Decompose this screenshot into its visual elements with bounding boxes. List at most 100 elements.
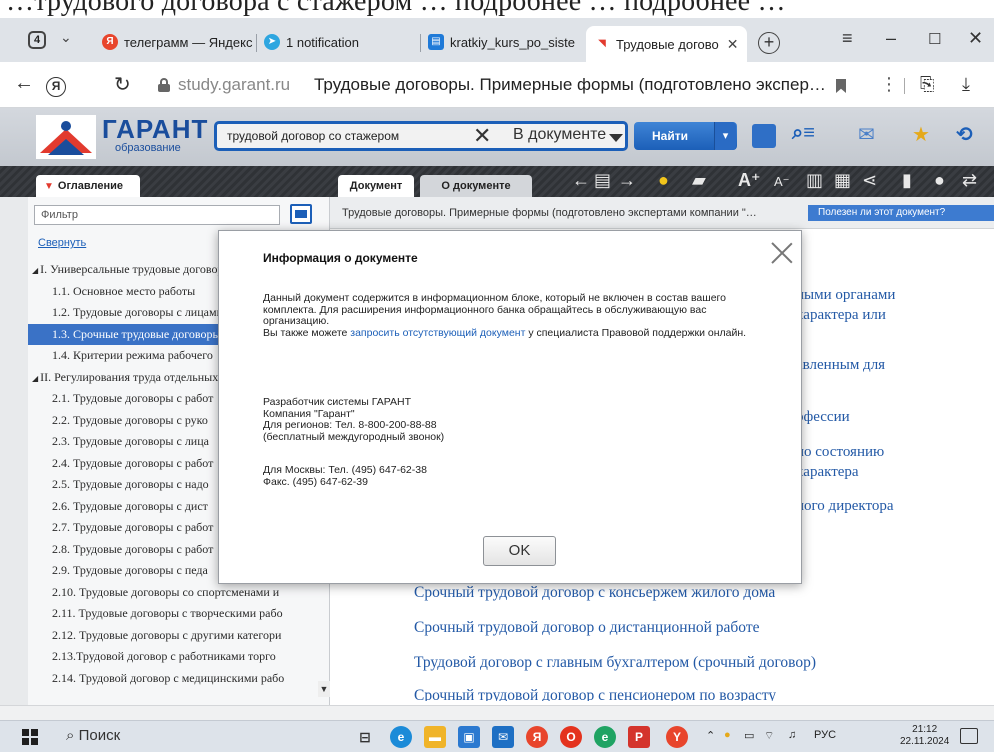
maximize-icon[interactable]: ☐ [928,30,941,48]
task-view-icon[interactable]: ⊟ [354,726,376,748]
doc-fragment[interactable]: офессии [796,409,850,426]
tab-yandex[interactable]: Я телеграмм — Яндекс [102,28,252,56]
language-indicator[interactable]: РУС [814,729,836,741]
expand-arrow-icon[interactable]: ◢ [32,266,40,275]
more-icon[interactable]: ⋮ [880,74,898,95]
yandex-home-icon[interactable]: Я [46,77,66,97]
scroll-down-icon[interactable]: ▼ [318,681,330,697]
tab-pdf[interactable]: ▤ kratkiy_kurs_po_siste [428,28,575,56]
close-tab-icon[interactable]: ✕ [727,36,739,53]
download-icon[interactable]: ⤓ [962,74,970,95]
find-button[interactable]: Найти ▾ [634,122,737,150]
next-arrow-icon[interactable]: → [618,170,636,191]
search-field[interactable]: трудовой договор со стажером ✕ В докумен… [214,121,628,151]
mail-icon[interactable]: ✉ [858,122,875,147]
reload-icon[interactable]: ↻ [114,72,131,97]
audio-icon[interactable]: ▰ [692,170,706,191]
doc-fragment[interactable]: ными органами [796,287,895,304]
bookmark-doc-icon[interactable]: ▮ [902,170,912,191]
find-options-icon[interactable]: ▾ [714,122,736,150]
telegram-icon: ➤ [264,34,280,50]
useful-feedback[interactable]: Полезен ли этот документ? [808,205,994,221]
file-explorer-icon[interactable]: ▬ [424,726,446,748]
tabs-dropdown-icon[interactable]: ⌄ [60,29,72,46]
edge-icon[interactable]: e [390,726,412,748]
info-icon[interactable]: ● [934,170,945,191]
search-query[interactable]: трудовой договор со стажером [227,129,399,143]
save-icon[interactable]: ▥ [806,170,823,191]
toc-item[interactable]: 2.14. Трудовой договор с медицинскими ра… [28,668,330,690]
back-icon[interactable]: ← [14,72,34,95]
document-link[interactable]: Трудовой договор с главным бухгалтером (… [414,654,816,672]
lightbulb-icon[interactable]: ● [658,170,669,191]
browser-tab-bar: 4 ⌄ Я телеграмм — Яндекс ➤ 1 notificatio… [0,18,994,62]
document-icon[interactable]: ▤ [594,170,611,191]
yandex-app-icon[interactable]: Я [526,726,548,748]
expand-arrow-icon[interactable]: ◢ [32,374,40,383]
filter-input[interactable]: Фильтр [34,205,280,225]
doc-fragment[interactable]: ного директора [796,498,893,515]
request-document-link[interactable]: запросить отсутствующий документ [350,327,525,339]
tab-garant-active[interactable]: ◥ Трудовые догово ✕ [586,26,747,62]
toc-item[interactable]: 2.11. Трудовые договоры с творческими ра… [28,603,330,625]
toc-tab-label: Оглавление [57,180,123,192]
tab-about-document[interactable]: О документе [420,175,532,197]
prev-arrow-icon[interactable]: ← [572,170,590,191]
ok-button[interactable]: OK [483,536,556,566]
filter-toggle-button[interactable] [290,204,312,224]
yandex-browser-icon[interactable]: Y [666,726,688,748]
store-icon[interactable]: ▣ [458,726,480,748]
doc-fragment[interactable]: характера [796,464,859,481]
tab-telegram[interactable]: ➤ 1 notification [264,28,359,56]
document-link[interactable]: Срочный трудовой договор с консьержем жи… [414,584,775,602]
favorites-star-icon[interactable]: ★ [912,122,930,147]
wifi-icon[interactable]: ⌔ [764,729,774,743]
url-domain[interactable]: study.garant.ru [178,75,290,95]
history-icon[interactable]: ⟲ [956,122,973,147]
tab-document[interactable]: Документ [338,175,414,197]
volume-icon[interactable]: ♫ [788,729,796,741]
garant-logo-icon[interactable] [36,115,96,159]
new-tab-button[interactable]: + [758,32,780,54]
presentation-icon[interactable]: P [628,726,650,748]
minimize-icon[interactable]: – [886,28,896,49]
tab-toc[interactable]: ▼ Оглавление [36,175,140,197]
print-icon[interactable]: ▦ [834,170,851,191]
clock[interactable]: 21:12 22.11.2024 [900,724,949,748]
doc-fragment[interactable]: авленным для [796,357,885,374]
font-increase-icon[interactable]: A⁺ [738,170,761,191]
translate-icon[interactable]: ⎘ [920,74,934,95]
tray-app-icon[interactable]: ● [724,729,731,741]
close-window-icon[interactable]: ✕ [968,28,983,49]
bookmark-icon[interactable] [836,79,846,93]
tab-count-badge[interactable]: 4 [28,31,46,49]
search-list-icon[interactable]: ⌕≡ [792,122,815,145]
expand-icon[interactable]: ⇄ [962,170,977,191]
opera-icon[interactable]: O [560,726,582,748]
share-icon[interactable]: ⋖ [862,170,877,191]
close-icon[interactable] [769,239,795,265]
document-link[interactable]: Срочный трудовой договор о дистанционной… [414,619,760,637]
toc-item[interactable]: 2.12. Трудовые договоры с другими катего… [28,625,330,647]
chevron-down-icon[interactable] [609,134,623,142]
doc-fragment[interactable]: характера или [796,307,886,324]
tray-expand-icon[interactable]: ⌃ [706,729,715,742]
windows-start-icon[interactable] [22,729,38,745]
mail-app-icon[interactable]: ✉ [492,726,514,748]
toc-item[interactable]: 2.13.Трудовой договор с работниками торг… [28,646,330,668]
battery-icon[interactable]: ▭ [744,729,754,742]
search-scope-select[interactable]: В документе [513,126,606,144]
search-extra-icon[interactable] [752,124,776,148]
menu-icon[interactable]: ≡ [842,28,853,49]
collapse-link[interactable]: Свернуть [38,237,86,249]
doc-fragment[interactable]: по состоянию [796,444,884,461]
font-decrease-icon[interactable]: A⁻ [774,174,790,190]
toc-item[interactable]: 2.10. Трудовые договоры со спортсменами … [28,582,330,604]
clear-search-icon[interactable]: ✕ [473,123,491,149]
document-link[interactable]: Срочный трудовой договор с пенсионером п… [414,687,776,701]
notifications-icon[interactable] [960,728,978,744]
lock-icon[interactable] [158,78,170,92]
taskbar-search[interactable]: ⌕ Поиск [66,727,120,744]
browser-app-icon[interactable]: e [594,726,616,748]
url-page-title[interactable]: Трудовые договоры. Примерные формы (подг… [314,75,826,95]
